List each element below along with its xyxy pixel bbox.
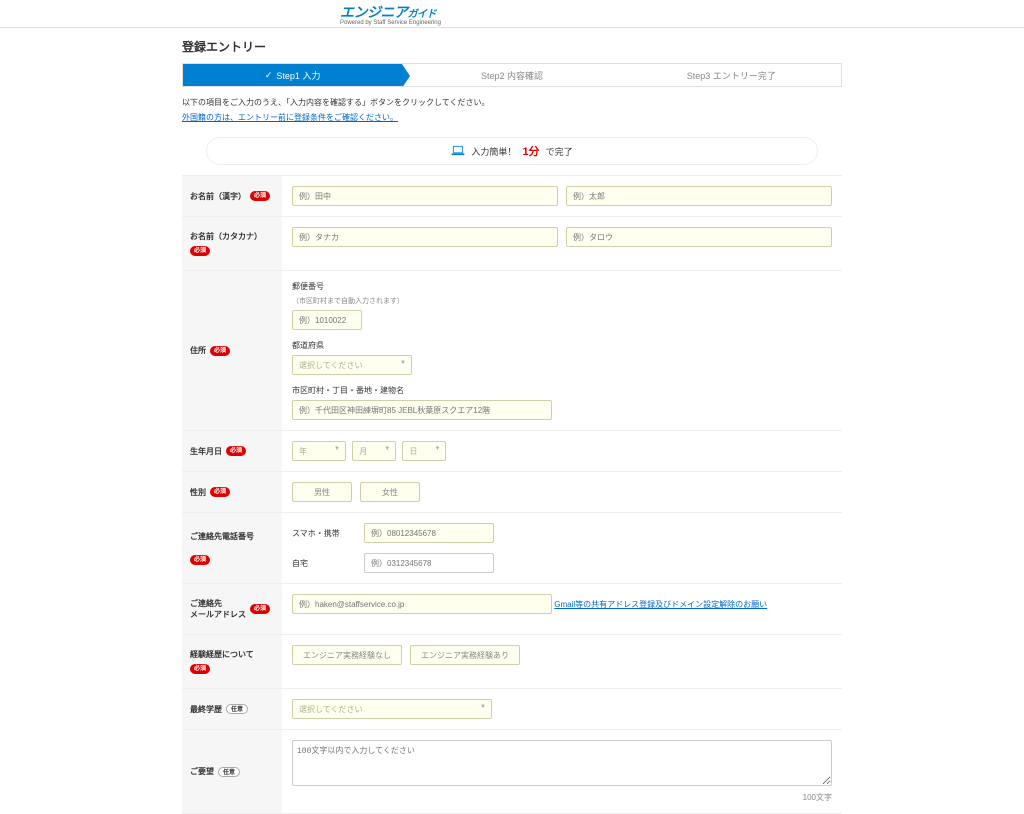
check-icon: ✓ [265,70,273,81]
laptop-icon [451,145,465,157]
step-3: Step3 エントリー完了 [622,64,841,86]
label-email: ご連絡先メールアドレス必須 [182,584,282,634]
gender-female-button[interactable]: 女性 [360,482,420,502]
logo-main: エンジニア [340,2,408,22]
label-name-kanji: お名前（漢字）必須 [182,176,282,216]
experience-yes-button[interactable]: エンジニア実務経験あり [410,645,520,665]
required-badge: 必須 [250,191,270,201]
optional-badge: 任意 [226,704,248,714]
page-title: 登録エントリー [182,28,842,63]
required-badge: 必須 [250,604,270,614]
landline-label: 自宅 [292,558,352,569]
required-badge: 必須 [190,555,210,565]
mobile-label: スマホ・携帯 [292,528,352,539]
step-1-label: Step1 入力 [276,69,320,82]
logo-sub: ガイド [408,5,437,20]
experience-no-button[interactable]: エンジニア実務経験なし [292,645,402,665]
label-wish: ご要望任意 [182,730,282,813]
addr-label: 市区町村・丁目・番地・建物名 [292,385,832,396]
mobile-phone-input[interactable] [364,523,494,543]
intro-text: 以下の項目をご入力のうえ、「入力内容を確認する」ボタンをクリックしてください。 [182,87,842,112]
logo[interactable]: エンジニアガイド Powered by Staff Service Engine… [340,2,441,26]
banner-text-1: 入力簡単！ [471,145,516,158]
landline-phone-input[interactable] [364,553,494,573]
given-kanji-input[interactable] [566,186,832,206]
label-name-kana: お名前（カタカナ）必須 [182,217,282,270]
birth-day-select[interactable]: 日 [402,441,446,461]
birth-month-select[interactable]: 月 [352,441,396,461]
surname-kana-input[interactable] [292,227,558,247]
optional-badge: 任意 [218,767,240,777]
zip-label: 郵便番号 [292,281,832,292]
label-education: 最終学歴任意 [182,689,282,729]
gender-male-button[interactable]: 男性 [292,482,352,502]
step-3-label: Step3 エントリー完了 [687,69,776,82]
label-address: 住所必須 [182,271,282,430]
time-banner: 入力簡単！ 1分 で完了 [206,137,818,165]
email-domain-link[interactable]: Gmail等の共有アドレス登録及びドメイン設定解除のお願い [554,599,767,610]
page-container: 登録エントリー ✓ Step1 入力 Step2 内容確認 Step3 エントリ… [182,28,842,814]
required-badge: 必須 [210,487,230,497]
prefecture-select[interactable]: 選択してください [292,355,412,375]
birth-year-select[interactable]: 年 [292,441,346,461]
wish-textarea[interactable] [292,740,832,786]
banner-highlight: 1分 [522,143,539,159]
label-gender: 性別必須 [182,472,282,512]
education-select[interactable]: 選択してください [292,699,492,719]
required-badge: 必須 [190,246,210,256]
zip-input[interactable] [292,310,362,330]
required-badge: 必須 [226,446,246,456]
step-2: Step2 内容確認 [402,64,621,86]
step-1: ✓ Step1 入力 [183,64,402,86]
email-input[interactable] [292,594,552,614]
required-badge: 必須 [190,664,210,674]
zip-note: （市区町村まで自動入力されます） [292,296,832,306]
label-phone: ご連絡先電話番号必須 [182,513,282,583]
topbar: エンジニアガイド Powered by Staff Service Engine… [0,0,1024,28]
logo-tagline: Powered by Staff Service Engineering [340,20,441,26]
foreign-national-link[interactable]: 外国籍の方は、エントリー前に登録条件をご確認ください。 [182,112,398,123]
step-2-label: Step2 内容確認 [481,69,543,82]
surname-kanji-input[interactable] [292,186,558,206]
entry-form: お名前（漢字）必須 お名前（カタカナ）必須 住所必須 郵便番号 [182,175,842,814]
given-kana-input[interactable] [566,227,832,247]
char-limit-note: 100文字 [292,792,832,803]
required-badge: 必須 [210,346,230,356]
banner-text-2: で完了 [546,145,573,158]
label-birth: 生年月日必須 [182,431,282,471]
progress-steps: ✓ Step1 入力 Step2 内容確認 Step3 エントリー完了 [182,63,842,87]
address-detail-input[interactable] [292,400,552,420]
pref-label: 都道府県 [292,340,832,351]
